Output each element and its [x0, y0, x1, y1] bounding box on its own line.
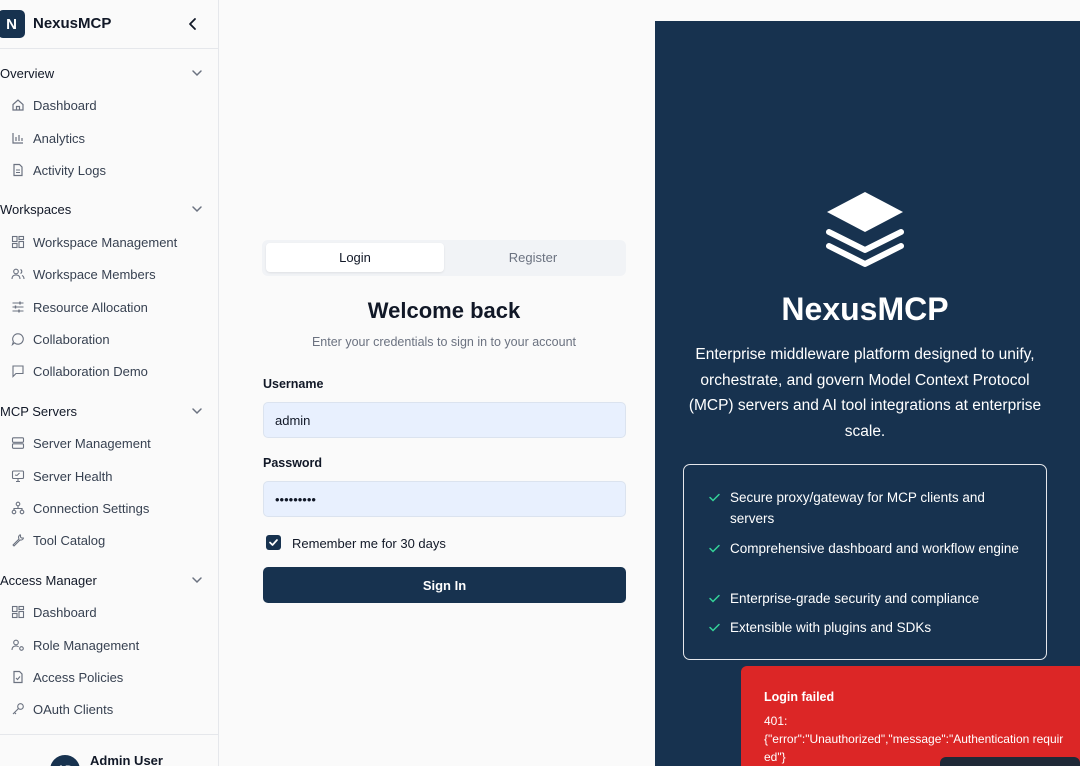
check-icon	[709, 594, 720, 603]
sidebar-item-label: Analytics	[33, 130, 86, 146]
sidebar-item-connection-settings[interactable]: Connection Settings	[0, 495, 219, 521]
chevron-left-icon	[189, 18, 196, 30]
brand-description: Enterprise middleware platform designed …	[688, 346, 1042, 440]
layout-grid-icon	[11, 235, 25, 249]
group-title-overview[interactable]: Overview	[0, 66, 54, 81]
check-icon	[709, 493, 720, 502]
toast-title: Login failed	[764, 690, 835, 704]
sidebar-item-activity-logs[interactable]: Activity Logs	[0, 157, 219, 183]
brand-panel: NexusMCP Enterprise middleware platform …	[655, 21, 1080, 766]
sidebar-item-server-health[interactable]: Server Health	[0, 463, 219, 489]
sidebar-item-access-policies[interactable]: Access Policies	[0, 664, 219, 690]
message-square-icon	[11, 364, 25, 378]
layers-icon	[826, 192, 904, 267]
sidebar-item-label: Collaboration	[33, 331, 110, 347]
remember-me-label[interactable]: Remember me for 30 days	[292, 536, 446, 551]
check-icon	[269, 539, 278, 546]
sidebar-item-dashboard[interactable]: Dashboard	[0, 92, 219, 118]
file-check-icon	[11, 670, 25, 684]
chevron-down-icon[interactable]	[191, 203, 203, 215]
sidebar-item-label: Server Management	[33, 435, 151, 451]
user-cog-icon	[11, 638, 25, 652]
file-text-icon	[11, 163, 25, 177]
sidebar-item-label: Resource Allocation	[33, 299, 148, 315]
sidebar-item-resource-allocation[interactable]: Resource Allocation	[0, 294, 219, 320]
sidebar-item-analytics[interactable]: Analytics	[0, 125, 219, 151]
sidebar-item-tool-catalog[interactable]: Tool Catalog	[0, 527, 219, 553]
key-icon	[11, 702, 25, 716]
username-label: Username	[263, 377, 324, 391]
app-name: NexusMCP	[33, 15, 112, 32]
chevron-down-icon[interactable]	[191, 405, 203, 417]
sidebar-item-label: Tool Catalog	[33, 532, 106, 548]
brand-title: NexusMCP	[781, 291, 949, 327]
page-subtitle: Enter your credentials to sign in to you…	[311, 335, 577, 349]
sidebar-header: N NexusMCP	[0, 0, 218, 49]
monitor-icon	[11, 469, 25, 483]
check-icon	[709, 623, 720, 632]
sidebar-item-access-dashboard[interactable]: Dashboard	[0, 599, 219, 625]
sidebar-item-oauth-clients[interactable]: OAuth Clients	[0, 696, 219, 722]
app-logo: N	[0, 10, 25, 38]
group-title-access-manager[interactable]: Access Manager	[0, 573, 97, 588]
sidebar-item-collaboration[interactable]: Collaboration	[0, 326, 219, 352]
feature-text: Extensible with plugins and SDKs	[730, 620, 932, 635]
page-title: Welcome back	[367, 298, 521, 323]
home-icon	[11, 98, 25, 112]
password-label: Password	[263, 456, 323, 470]
check-icon	[709, 544, 720, 553]
toast-status: 401:	[764, 714, 788, 728]
sidebar-item-workspace-members[interactable]: Workspace Members	[0, 261, 219, 287]
message-circle-icon	[11, 332, 25, 346]
sidebar-item-label: OAuth Clients	[33, 701, 114, 717]
sidebar-item-label: Activity Logs	[33, 162, 106, 178]
sidebar-item-label: Dashboard	[33, 97, 97, 113]
remember-me-checkbox[interactable]	[266, 535, 281, 550]
sliders-icon	[11, 300, 25, 314]
tab-login[interactable]: Login	[266, 243, 444, 272]
feature-text: Secure proxy/gateway for MCP clients and…	[730, 490, 985, 526]
sidebar-item-workspace-management[interactable]: Workspace Management	[0, 229, 219, 255]
group-title-mcp-servers[interactable]: MCP Servers	[0, 404, 77, 419]
collapse-sidebar-button[interactable]	[184, 14, 202, 34]
network-icon	[11, 501, 25, 515]
password-field[interactable]	[263, 481, 626, 517]
tab-register[interactable]: Register	[444, 243, 622, 272]
sidebar-item-label: Dashboard	[33, 604, 97, 620]
sidebar-item-role-management[interactable]: Role Management	[0, 632, 219, 658]
group-title-workspaces[interactable]: Workspaces	[0, 202, 71, 217]
user-name[interactable]: Admin User	[90, 753, 163, 766]
sidebar-item-label: Access Policies	[33, 669, 124, 685]
server-icon	[11, 436, 25, 450]
error-toast[interactable]: Login failed 401: {"error":"Unauthorized…	[741, 666, 1080, 766]
username-field[interactable]	[263, 402, 626, 438]
avatar[interactable]: AD	[50, 755, 80, 766]
sidebar-footer: AD Admin User	[0, 734, 219, 766]
chevron-down-icon[interactable]	[191, 574, 203, 586]
chevron-down-icon[interactable]	[191, 67, 203, 79]
sidebar-item-label: Connection Settings	[33, 500, 150, 516]
layout-grid-icon	[11, 605, 25, 619]
sidebar-item-label: Role Management	[33, 637, 140, 653]
sidebar: N NexusMCP Overview Dashboard Analytics …	[0, 0, 219, 766]
sign-in-button[interactable]: Sign In	[263, 567, 626, 603]
feature-text: Comprehensive dashboard and workflow eng…	[730, 541, 1019, 556]
sidebar-item-server-management[interactable]: Server Management	[0, 430, 219, 456]
sidebar-item-label: Workspace Members	[33, 266, 156, 282]
users-icon	[11, 267, 25, 281]
wrench-icon	[11, 533, 25, 547]
overlay-tab[interactable]	[940, 757, 1080, 766]
sidebar-item-label: Server Health	[33, 468, 113, 484]
sidebar-item-label: Workspace Management	[33, 234, 178, 250]
sidebar-item-collaboration-demo[interactable]: Collaboration Demo	[0, 358, 219, 384]
feature-text: Enterprise-grade security and compliance	[730, 591, 980, 606]
auth-tabs: Login Register	[262, 240, 626, 276]
sidebar-item-label: Collaboration Demo	[33, 363, 148, 379]
bar-chart-icon	[11, 131, 25, 145]
feature-list: Secure proxy/gateway for MCP clients and…	[683, 464, 1047, 660]
